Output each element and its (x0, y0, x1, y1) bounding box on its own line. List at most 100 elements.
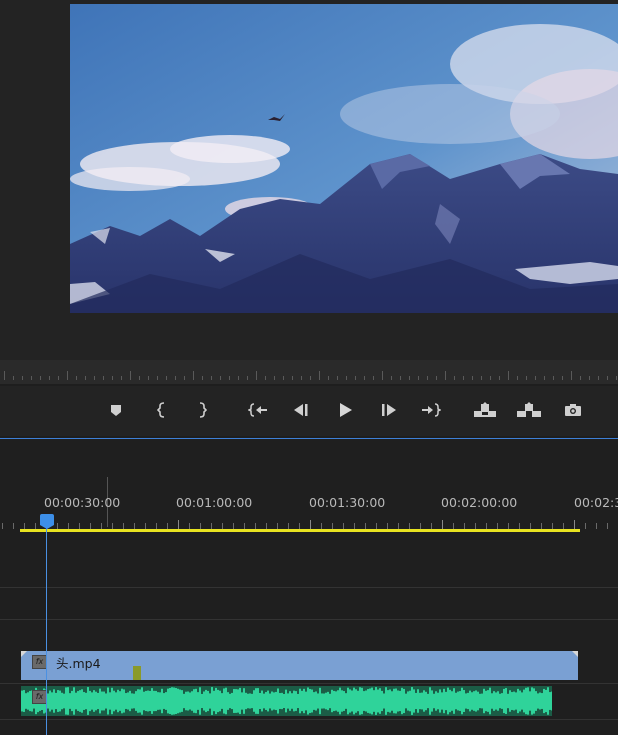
ruler-tick (607, 376, 608, 380)
video-clip[interactable]: fx 头.mp4 (21, 651, 578, 680)
ruler-tick (481, 376, 482, 380)
ruler-tick (229, 376, 230, 380)
ruler-tick (355, 376, 356, 380)
track-divider (0, 619, 618, 620)
ruler-tick (178, 520, 179, 529)
ruler-tick (274, 376, 275, 380)
ruler-tick (256, 371, 257, 380)
mark-out-button[interactable] (189, 399, 215, 421)
ruler-tick (589, 376, 590, 380)
ruler-tick (319, 371, 320, 380)
time-ruler[interactable] (0, 517, 618, 529)
fx-badge-icon[interactable]: fx (32, 655, 47, 669)
ruler-tick (574, 520, 575, 529)
ruler-tick (184, 376, 185, 380)
ruler-tick (148, 376, 149, 380)
ruler-tick (67, 371, 68, 380)
ruler-tick (364, 376, 365, 380)
step-forward-icon (382, 404, 396, 416)
play-button[interactable] (332, 399, 358, 421)
clip-end-corner (572, 651, 578, 657)
step-back-icon (294, 404, 308, 416)
ruler-tick (220, 376, 221, 380)
ruler-tick (310, 376, 311, 380)
go-to-out-button[interactable] (418, 399, 444, 421)
ruler-tick (598, 376, 599, 380)
ruler-tick (238, 376, 239, 380)
extract-button[interactable] (516, 399, 542, 421)
ruler-tick (337, 376, 338, 380)
ruler-tick (193, 371, 194, 380)
audio-clip[interactable]: fx (21, 686, 552, 716)
mark-in-button[interactable] (149, 399, 175, 421)
ruler-tick (139, 376, 140, 380)
ruler-tick (607, 523, 608, 529)
ruler-tick (301, 376, 302, 380)
extract-icon (517, 402, 541, 417)
step-back-button[interactable] (288, 399, 314, 421)
work-area-bar[interactable] (20, 529, 580, 532)
ruler-tick (112, 376, 113, 380)
ruler-tick (13, 376, 14, 380)
timecode-label: 00:01:30:00 (309, 495, 386, 510)
ruler-tick (391, 376, 392, 380)
ruler-tick (436, 376, 437, 380)
ruler-tick (76, 376, 77, 380)
ruler-tick (103, 376, 104, 380)
ruler-tick (499, 376, 500, 380)
ruler-tick (22, 376, 23, 380)
ruler-tick (535, 376, 536, 380)
ruler-tick (283, 376, 284, 380)
export-frame-button[interactable] (560, 399, 586, 421)
ruler-tick (585, 523, 586, 529)
ruler-tick (382, 371, 383, 380)
playhead-handle[interactable] (40, 514, 54, 529)
transport-controls (0, 386, 618, 436)
track-divider (0, 587, 618, 588)
audio-waveform (21, 687, 552, 715)
timecode-label: 00:01:00:00 (176, 495, 253, 510)
ruler-tick (445, 371, 446, 380)
ruler-tick (580, 376, 581, 380)
ruler-tick (472, 376, 473, 380)
timecode-label: 00:02:00:00 (441, 495, 518, 510)
ruler-tick (121, 376, 122, 380)
ruler-tick (49, 376, 50, 380)
add-marker-button[interactable] (103, 399, 129, 421)
ruler-tick (526, 376, 527, 380)
timecode-label: 00:00:30:00 (44, 495, 121, 510)
go-to-in-icon (248, 403, 267, 417)
ruler-tick (571, 371, 572, 380)
ruler-tick (94, 376, 95, 380)
fx-badge-icon[interactable]: fx (32, 690, 47, 704)
ruler-tick (596, 523, 597, 529)
lift-button[interactable] (472, 399, 498, 421)
ruler-tick (31, 376, 32, 380)
mountain-scene-image (70, 4, 618, 313)
play-icon (340, 403, 352, 417)
ruler-tick (58, 376, 59, 380)
ruler-tick (175, 376, 176, 380)
video-preview (70, 4, 618, 313)
ruler-tick (202, 376, 203, 380)
timeline-panel: 00:00:30:00 00:01:00:00 00:01:30:00 00:0… (0, 439, 618, 735)
ruler-tick (247, 376, 248, 380)
monitor-time-ruler[interactable] (0, 360, 618, 384)
program-monitor (0, 0, 618, 360)
step-forward-button[interactable] (376, 399, 402, 421)
clip-start-corner (21, 651, 27, 657)
ruler-tick (292, 376, 293, 380)
ruler-tick (490, 376, 491, 380)
ruler-tick (517, 376, 518, 380)
ruler-tick (211, 376, 212, 380)
ruler-tick (454, 376, 455, 380)
ruler-tick (616, 376, 617, 380)
ruler-tick (166, 376, 167, 380)
ruler-tick (310, 520, 311, 529)
playhead-line (46, 519, 47, 735)
clip-marker[interactable] (133, 666, 141, 680)
ruler-tick (553, 376, 554, 380)
ruler-tick (13, 523, 14, 529)
ruler-tick (2, 523, 3, 529)
go-to-in-button[interactable] (245, 399, 271, 421)
